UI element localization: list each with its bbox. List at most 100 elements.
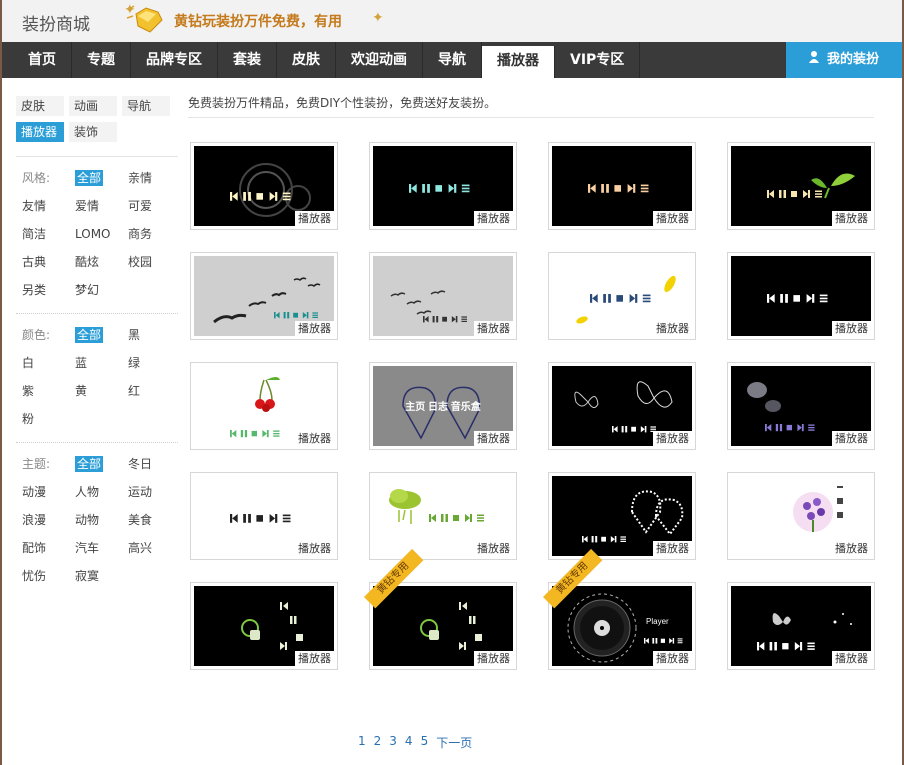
filter-option[interactable]: 黄 bbox=[69, 382, 122, 400]
filter-option[interactable]: 汽车 bbox=[69, 539, 122, 557]
theme-filter: 主题: 全部 冬日 动漫 人物 运动 浪漫 动物 美食 配饰 汽车 高兴 忧伤 寂寞 bbox=[16, 455, 178, 585]
player-item[interactable]: 播放器 bbox=[727, 472, 875, 560]
filter-option[interactable]: 高兴 bbox=[122, 539, 175, 557]
style-filter: 风格: 全部 亲情 友情 爱情 可爱 简洁 LOMO 商务 古典 酷炫 校园 另类 梦幻 bbox=[16, 169, 178, 299]
player-item[interactable]: 播放器 bbox=[369, 472, 517, 560]
filter-option-label: 美食 bbox=[128, 513, 153, 527]
player-item[interactable]: Player 播放器 黄钻专用 bbox=[543, 548, 696, 670]
filter-option[interactable]: 运动 bbox=[122, 483, 175, 501]
player-item[interactable]: 播放器 bbox=[369, 142, 517, 230]
filter-option[interactable]: 白 bbox=[16, 354, 69, 372]
player-item[interactable]: 播放器 bbox=[727, 252, 875, 340]
filter-option[interactable]: 寂寞 bbox=[69, 567, 122, 585]
filter-option[interactable]: 友情 bbox=[16, 197, 69, 215]
page-link[interactable]: 3 bbox=[389, 734, 397, 751]
nav-tab[interactable]: VIP专区 bbox=[555, 42, 641, 78]
filter-label: 颜色: bbox=[22, 328, 51, 342]
nav-tab[interactable]: 导航 bbox=[423, 42, 482, 78]
page-link[interactable]: 5 bbox=[421, 734, 429, 751]
filter-option-label: 全部 bbox=[75, 456, 104, 472]
filter-option-label: 紫 bbox=[22, 384, 35, 398]
nav-tab[interactable]: 欢迎动画 bbox=[336, 42, 423, 78]
player-item[interactable]: 播放器 bbox=[190, 582, 338, 670]
item-type-tag: 播放器 bbox=[832, 651, 871, 666]
filter-option[interactable]: 配饰 bbox=[16, 539, 69, 557]
item-type-tag: 播放器 bbox=[653, 541, 692, 556]
category-item[interactable]: 动画 bbox=[69, 96, 117, 116]
filter-option[interactable]: 紫 bbox=[16, 382, 69, 400]
filter-option-label: 酷炫 bbox=[75, 255, 100, 269]
filter-option[interactable]: 爱情 bbox=[69, 197, 122, 215]
nav-tab[interactable]: 皮肤 bbox=[277, 42, 336, 78]
filter-option[interactable]: 动物 bbox=[69, 511, 122, 529]
filter-option-label: 亲情 bbox=[128, 171, 153, 185]
player-item[interactable]: 播放器 黄钻专用 bbox=[364, 548, 517, 670]
player-item[interactable]: 播放器 bbox=[548, 472, 696, 560]
nav-tab[interactable]: 首页 bbox=[2, 42, 72, 78]
nav-tab[interactable]: 专题 bbox=[72, 42, 131, 78]
filter-option-label: 浪漫 bbox=[22, 513, 47, 527]
player-item[interactable]: 播放器 bbox=[548, 142, 696, 230]
filter-option[interactable]: 忧伤 bbox=[16, 567, 69, 585]
player-item[interactable]: 播放器 bbox=[727, 582, 875, 670]
player-item[interactable]: 播放器 bbox=[369, 252, 517, 340]
filter-option[interactable]: LOMO bbox=[69, 225, 122, 243]
category-item[interactable]: 皮肤 bbox=[16, 96, 64, 116]
filter-option[interactable]: 黑 bbox=[122, 326, 175, 344]
filter-option[interactable]: 全部 bbox=[69, 455, 122, 473]
filter-option[interactable]: 全部 bbox=[69, 169, 122, 187]
filter-option-label: 梦幻 bbox=[75, 283, 100, 297]
filter-option-label: 汽车 bbox=[75, 541, 100, 555]
filter-option[interactable]: 绿 bbox=[122, 354, 175, 372]
nav-tab[interactable]: 品牌专区 bbox=[131, 42, 218, 78]
filter-option-label: 可爱 bbox=[128, 199, 153, 213]
player-item[interactable]: 播放器 bbox=[190, 252, 338, 340]
promo-banner[interactable]: 黄钻玩装扮万件免费，有用 bbox=[124, 4, 342, 38]
filter-option[interactable]: 可爱 bbox=[122, 197, 175, 215]
player-item[interactable]: 主页 日志 音乐盒 播放器 bbox=[369, 362, 517, 450]
my-dressup-button[interactable]: 我的装扮 bbox=[786, 42, 902, 78]
filter-option[interactable]: 另类 bbox=[16, 281, 69, 299]
page-link[interactable]: 1 bbox=[358, 734, 366, 751]
player-item[interactable]: 播放器 bbox=[190, 142, 338, 230]
filter-option[interactable]: 亲情 bbox=[122, 169, 175, 187]
item-type-tag: 播放器 bbox=[295, 651, 334, 666]
filter-option[interactable]: 校园 bbox=[122, 253, 175, 271]
filter-option[interactable]: 冬日 bbox=[122, 455, 175, 473]
item-type-tag: 播放器 bbox=[653, 431, 692, 446]
nav-tab[interactable]: 播放器 bbox=[482, 46, 555, 78]
filter-option-label: 友情 bbox=[22, 199, 47, 213]
nav-tab[interactable]: 套装 bbox=[218, 42, 277, 78]
category-item[interactable]: 播放器 bbox=[16, 122, 64, 142]
player-item[interactable]: 播放器 bbox=[727, 362, 875, 450]
filter-option[interactable]: 简洁 bbox=[16, 225, 69, 243]
category-item[interactable]: 装饰 bbox=[69, 122, 117, 142]
player-item[interactable]: 播放器 bbox=[548, 362, 696, 450]
category-item[interactable]: 导航 bbox=[122, 96, 170, 116]
promo-text: 黄钻玩装扮万件免费，有用 bbox=[174, 14, 342, 30]
page-link[interactable]: 2 bbox=[374, 734, 382, 751]
store-logo[interactable]: 装扮商城 bbox=[22, 10, 90, 35]
player-item[interactable]: 播放器 bbox=[548, 252, 696, 340]
filter-option[interactable]: 美食 bbox=[122, 511, 175, 529]
filter-option-label: 黑 bbox=[128, 328, 141, 342]
filter-option[interactable]: 红 bbox=[122, 382, 175, 400]
filter-option[interactable]: 全部 bbox=[69, 326, 122, 344]
page-link[interactable]: 4 bbox=[405, 734, 413, 751]
player-item[interactable]: 播放器 bbox=[190, 362, 338, 450]
filter-option[interactable]: 人物 bbox=[69, 483, 122, 501]
player-item[interactable]: 播放器 bbox=[727, 142, 875, 230]
filter-option[interactable]: 商务 bbox=[122, 225, 175, 243]
filter-option[interactable]: 浪漫 bbox=[16, 511, 69, 529]
filter-option[interactable]: 粉 bbox=[16, 410, 69, 428]
filter-option-label: 黄 bbox=[75, 384, 88, 398]
filter-option[interactable]: 酷炫 bbox=[69, 253, 122, 271]
filter-option[interactable]: 蓝 bbox=[69, 354, 122, 372]
filter-option[interactable]: 古典 bbox=[16, 253, 69, 271]
intro-text: 免费装扮万件精品，免费DIY个性装扮，免费送好友装扮。 bbox=[188, 94, 874, 118]
player-item[interactable]: 播放器 bbox=[190, 472, 338, 560]
color-filter: 颜色: 全部 黑白 蓝 绿紫 黄 红粉 bbox=[16, 326, 178, 428]
filter-option[interactable]: 梦幻 bbox=[69, 281, 122, 299]
next-page-link[interactable]: 下一页 bbox=[436, 734, 472, 751]
filter-option[interactable]: 动漫 bbox=[16, 483, 69, 501]
